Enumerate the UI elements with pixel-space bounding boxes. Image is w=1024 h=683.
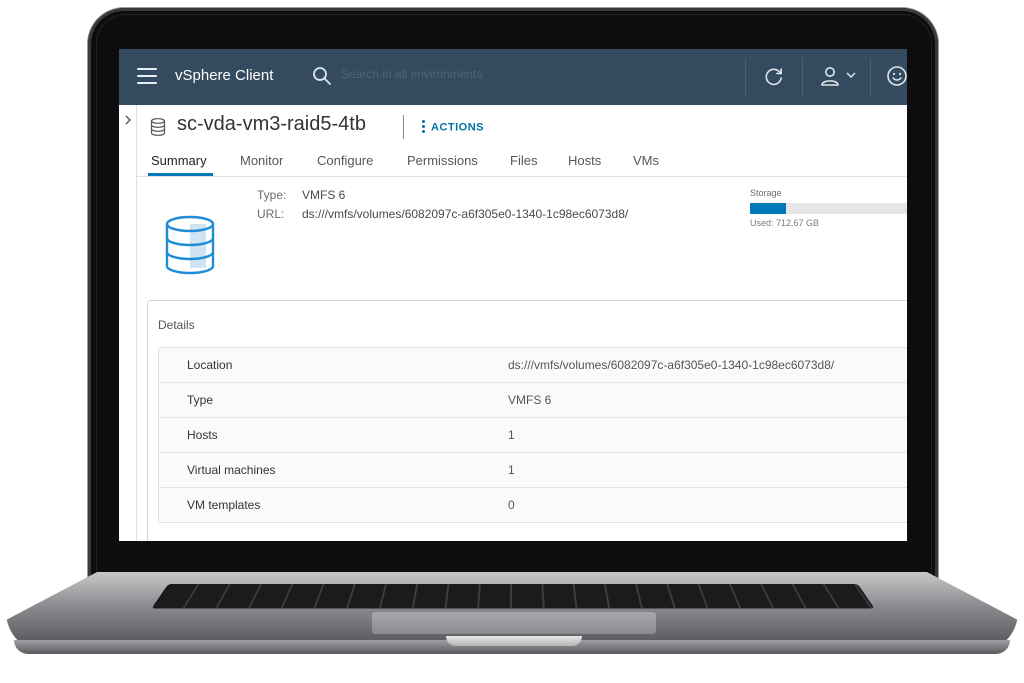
global-search-input[interactable]: Search in all environments bbox=[341, 67, 482, 81]
chevron-right-icon[interactable] bbox=[123, 115, 133, 125]
tab-summary[interactable]: Summary bbox=[151, 153, 207, 168]
details-row-type: Type VMFS 6 bbox=[159, 383, 907, 418]
actions-menu-button[interactable]: ACTIONS bbox=[422, 120, 484, 135]
type-label: Type: bbox=[257, 188, 287, 202]
tab-vms[interactable]: VMs bbox=[633, 153, 659, 168]
tab-bar-divider bbox=[136, 176, 907, 177]
details-key: Location bbox=[187, 358, 233, 372]
app-title[interactable]: vSphere Client bbox=[175, 67, 273, 84]
details-value: 1 bbox=[508, 463, 515, 477]
details-card-title: Details bbox=[158, 318, 195, 332]
details-row-location: Location ds:///vmfs/volumes/6082097c-a6f… bbox=[159, 348, 907, 383]
details-key: Virtual machines bbox=[187, 463, 276, 477]
details-key: Type bbox=[187, 393, 214, 407]
laptop-trackpad bbox=[372, 612, 656, 634]
details-row-vm-templates: VM templates 0 bbox=[159, 488, 907, 522]
chevron-down-icon[interactable] bbox=[845, 69, 857, 81]
tab-hosts[interactable]: Hosts bbox=[568, 153, 601, 168]
refresh-icon[interactable] bbox=[763, 65, 785, 87]
header-divider bbox=[802, 58, 803, 96]
url-value: ds:///vmfs/volumes/6082097c-a6f305e0-134… bbox=[302, 207, 629, 221]
url-label: URL: bbox=[257, 207, 285, 221]
details-row-hosts: Hosts 1 bbox=[159, 418, 907, 453]
navigator-collapse-panel[interactable] bbox=[119, 105, 137, 541]
laptop-frame: vSphere Client Search in all environment… bbox=[0, 0, 1024, 683]
storage-usage-fill bbox=[750, 203, 787, 214]
details-value: 1 bbox=[508, 428, 515, 442]
top-header-bar: vSphere Client Search in all environment… bbox=[119, 49, 907, 105]
laptop-notch bbox=[446, 636, 582, 646]
storage-label: Storage bbox=[750, 188, 782, 198]
datastore-icon bbox=[150, 118, 166, 136]
details-value: 0 bbox=[508, 498, 515, 512]
details-card: Details Location ds:///vmfs/volumes/6082… bbox=[147, 300, 907, 541]
details-key: Hosts bbox=[187, 428, 218, 442]
storage-used-text: Used: 712.67 GB bbox=[750, 218, 820, 228]
hamburger-menu-icon[interactable] bbox=[137, 68, 157, 84]
user-icon[interactable] bbox=[819, 65, 841, 87]
page-title: sc-vda-vm3-raid5-4tb bbox=[177, 113, 366, 135]
tab-files[interactable]: Files bbox=[510, 153, 537, 168]
kebab-menu-icon bbox=[422, 120, 425, 135]
search-icon[interactable] bbox=[312, 66, 332, 86]
details-value: ds:///vmfs/volumes/6082097c-a6f305e0-134… bbox=[508, 358, 835, 372]
type-value: VMFS 6 bbox=[302, 188, 346, 202]
details-key: VM templates bbox=[187, 498, 261, 512]
header-divider bbox=[870, 58, 871, 96]
header-divider bbox=[745, 58, 746, 96]
tab-monitor[interactable]: Monitor bbox=[240, 153, 283, 168]
tab-permissions[interactable]: Permissions bbox=[407, 153, 478, 168]
vsphere-screen: vSphere Client Search in all environment… bbox=[119, 49, 907, 541]
storage-usage-bar bbox=[750, 203, 907, 214]
tab-configure[interactable]: Configure bbox=[317, 153, 373, 168]
details-table: Location ds:///vmfs/volumes/6082097c-a6f… bbox=[158, 347, 907, 523]
laptop-keyboard bbox=[151, 584, 875, 609]
smiley-icon[interactable] bbox=[886, 65, 907, 87]
details-row-virtual-machines: Virtual machines 1 bbox=[159, 453, 907, 488]
actions-label: ACTIONS bbox=[431, 121, 484, 134]
datastore-large-icon bbox=[165, 215, 215, 275]
title-divider bbox=[403, 115, 404, 139]
details-value: VMFS 6 bbox=[508, 393, 552, 407]
